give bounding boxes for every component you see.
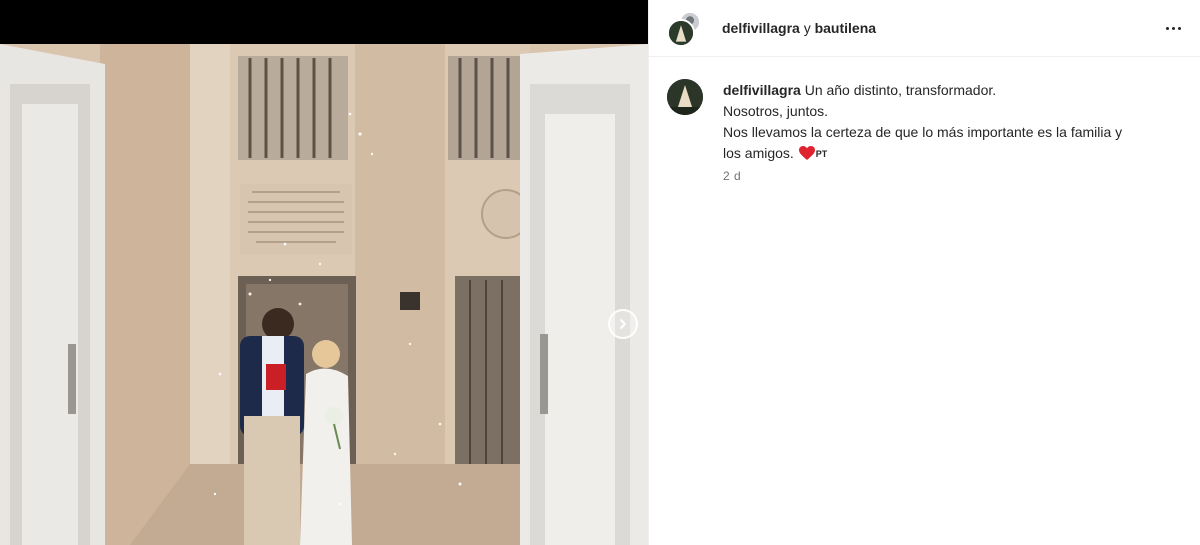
caption-line-4: los amigos. — [723, 145, 794, 161]
post-photo — [0, 44, 648, 545]
caption-text: delfivillagra Un año distinto, transform… — [723, 80, 1187, 165]
author-username[interactable]: delfivillagra — [722, 20, 800, 36]
post-timestamp[interactable]: 2 d — [723, 169, 741, 183]
caption-line-2: Nosotros, juntos. — [723, 103, 829, 119]
author-connector: y — [803, 20, 811, 36]
flag-label: PT — [815, 149, 828, 159]
heart-icon — [798, 146, 815, 160]
collaborator-username[interactable]: bautilena — [815, 20, 876, 36]
more-options-button[interactable] — [1161, 18, 1185, 38]
author-avatar[interactable] — [667, 19, 695, 47]
post-sidebar: delfivillagra y bautilena delfivillagra … — [648, 0, 1200, 545]
collab-avatars[interactable] — [667, 11, 703, 47]
chevron-right-icon — [620, 319, 626, 329]
more-horizontal-icon — [1165, 26, 1169, 30]
post-authors: delfivillagra y bautilena — [722, 19, 876, 37]
caption-username[interactable]: delfivillagra — [723, 82, 801, 98]
post-media — [0, 0, 648, 545]
caption-line-1: Un año distinto, transformador. — [804, 82, 997, 98]
next-photo-button[interactable] — [608, 309, 638, 339]
caption-line-3: Nos llevamos la certeza de que lo más im… — [723, 124, 1123, 140]
caption-author-avatar[interactable] — [667, 79, 703, 115]
post-header: delfivillagra y bautilena — [649, 0, 1200, 57]
